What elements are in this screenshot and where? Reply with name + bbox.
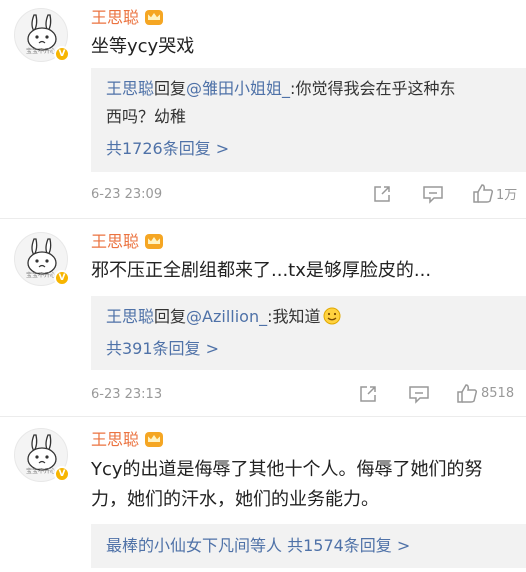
verified-v-badge-icon: V bbox=[54, 466, 70, 482]
username-text[interactable]: 王思聪 bbox=[91, 8, 139, 27]
reply-count-link[interactable]: 共1726条回复 > bbox=[106, 136, 514, 162]
reply-text: :我知道 bbox=[267, 307, 321, 326]
smile-emoji-icon bbox=[323, 307, 340, 325]
username-text[interactable]: 王思聪 bbox=[91, 430, 139, 449]
reply-author[interactable]: 王思聪 bbox=[106, 79, 154, 98]
reply-mention[interactable]: @Azillion_ bbox=[186, 307, 267, 326]
reply-preview[interactable]: 最棒的小仙女下凡间等人 共1574条回复 > bbox=[91, 524, 526, 568]
reply-verb: 回复 bbox=[154, 79, 187, 98]
comment-button[interactable] bbox=[422, 184, 444, 204]
comment-username[interactable]: 王思聪 bbox=[91, 232, 164, 252]
crown-badge-icon bbox=[145, 432, 164, 447]
reply-preview[interactable]: 王思聪回复@Azillion_:我知道 共391条回复 > bbox=[91, 296, 526, 370]
like-count: 8518 bbox=[481, 385, 515, 401]
reply-mention[interactable]: @雏田小姐姐_ bbox=[186, 79, 290, 98]
comment-icon bbox=[409, 386, 429, 404]
reply-author[interactable]: 王思聪 bbox=[106, 307, 154, 326]
thumbs-up-icon bbox=[473, 184, 494, 203]
comment-username[interactable]: 王思聪 bbox=[91, 8, 164, 28]
comment-icon bbox=[423, 186, 443, 204]
reply-count-link[interactable]: 共391条回复 > bbox=[106, 336, 514, 362]
comment-text: Ycy的出道是侮辱了其他十个人。侮辱了她们的努 bbox=[91, 459, 483, 480]
reply-text: :你觉得我会在乎这种东 bbox=[290, 79, 456, 98]
comment-text: 邪不压正全剧组都来了...tx是够厚脸皮的... bbox=[91, 260, 432, 281]
like-count: 1万 bbox=[496, 187, 518, 203]
share-icon bbox=[360, 386, 376, 402]
share-icon bbox=[374, 186, 390, 202]
comment-button[interactable] bbox=[408, 384, 430, 404]
comment-text-continued: 力，她们的汗水，她们的业务能力。 bbox=[91, 489, 379, 510]
reply-preview[interactable]: 王思聪回复@雏田小姐姐_:你觉得我会在乎这种东 西吗？幼稚 共1726条回复 > bbox=[91, 68, 526, 172]
reply-text-continued: 西吗？幼稚 bbox=[106, 107, 187, 126]
share-button[interactable] bbox=[372, 184, 392, 204]
divider bbox=[0, 416, 526, 417]
comment-timestamp: 6-23 23:13 bbox=[91, 387, 163, 402]
reply-preview-line: 王思聪回复@Azillion_:我知道 bbox=[106, 304, 514, 330]
comment-timestamp: 6-23 23:09 bbox=[91, 187, 163, 202]
comment-username[interactable]: 王思聪 bbox=[91, 430, 164, 450]
divider bbox=[0, 218, 526, 219]
thumbs-up-icon bbox=[457, 384, 478, 403]
crown-badge-icon bbox=[145, 234, 164, 249]
reply-preview-line: 王思聪回复@雏田小姐姐_:你觉得我会在乎这种东 bbox=[106, 76, 514, 102]
like-button[interactable]: 8518 bbox=[456, 382, 514, 404]
share-button[interactable] bbox=[358, 384, 378, 404]
comment-text: 坐等ycy哭戏 bbox=[91, 36, 195, 57]
like-button[interactable]: 1万 bbox=[472, 182, 517, 204]
reply-verb: 回复 bbox=[154, 307, 187, 326]
verified-v-badge-icon: V bbox=[54, 270, 70, 286]
verified-v-badge-icon: V bbox=[54, 46, 70, 62]
reply-summary-link[interactable]: 最棒的小仙女下凡间等人 共1574条回复 > bbox=[106, 533, 514, 559]
crown-badge-icon bbox=[145, 10, 164, 25]
username-text[interactable]: 王思聪 bbox=[91, 232, 139, 251]
